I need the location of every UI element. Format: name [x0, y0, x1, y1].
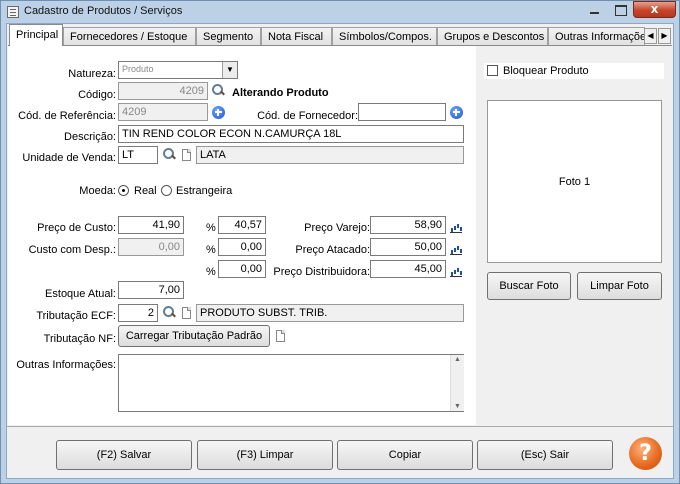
estoque-field[interactable]: 7,00 [118, 281, 184, 299]
tab-simbolos-compos[interactable]: Símbolos/Compos. [332, 27, 437, 46]
moeda-real-radio[interactable] [118, 185, 129, 196]
tab-scroll-left-icon[interactable]: ◀ [644, 28, 657, 44]
tab-grupos-descontos[interactable]: Grupos e Descontos [437, 27, 548, 46]
cod-referencia-field[interactable]: 4209 [118, 103, 208, 121]
moeda-estrangeira-label[interactable]: Estrangeira [176, 185, 232, 197]
preco-atacado-field[interactable]: 50,00 [370, 238, 446, 256]
natureza-label: Natureza: [68, 68, 116, 80]
limpar-button[interactable]: (F3) Limpar [197, 440, 333, 470]
scroll-up-icon[interactable]: ▲ [454, 356, 461, 363]
copiar-button[interactable]: Copiar [337, 440, 473, 470]
title-bar[interactable]: Cadastro de Produtos / Serviços x [1, 1, 679, 23]
preco-distribuidora-label: Preço Distribuidora: [273, 266, 370, 278]
chart-icon[interactable] [450, 266, 462, 277]
right-panel: Bloquear Produto Foto 1 Buscar Foto Limp… [476, 46, 672, 425]
tab-outras-informacoes[interactable]: Outras Informações [548, 27, 645, 46]
preco-atacado-label: Preço Atacado: [295, 244, 370, 256]
chevron-down-icon[interactable]: ▼ [222, 62, 237, 78]
add-icon[interactable] [450, 106, 463, 119]
tab-principal[interactable]: Principal [9, 24, 63, 46]
cod-fornecedor-field[interactable] [358, 103, 446, 121]
cod-referencia-label: Cód. de Referência: [18, 110, 116, 122]
custo-desp-field[interactable]: 0,00 [118, 238, 184, 256]
natureza-select[interactable]: Produto ▼ [118, 61, 238, 79]
natureza-value: Produto [122, 64, 154, 74]
preco-varejo-field[interactable]: 58,90 [370, 216, 446, 234]
pct-distribuidora-field[interactable]: 0,00 [218, 260, 266, 278]
estoque-label: Estoque Atual: [45, 288, 116, 300]
sair-button[interactable]: (Esc) Sair [477, 440, 613, 470]
foto-label: Foto 1 [558, 176, 591, 188]
tributacao-ecf-descricao: PRODUTO SUBST. TRIB. [196, 304, 464, 322]
search-icon[interactable] [210, 83, 226, 99]
tab-fornecedores-estoque[interactable]: Fornecedores / Estoque [63, 27, 196, 46]
codigo-field[interactable]: 4209 [118, 82, 208, 100]
outras-informacoes-label: Outras Informações: [16, 359, 116, 371]
foto-frame: Foto 1 [487, 100, 662, 263]
minimize-button[interactable] [581, 1, 607, 18]
unidade-descricao-field: LATA [196, 146, 464, 164]
add-icon[interactable] [212, 106, 225, 119]
document-icon[interactable] [276, 330, 285, 342]
unidade-venda-label: Unidade de Venda: [22, 152, 116, 164]
bloquear-checkbox[interactable] [487, 65, 498, 76]
tab-nota-fiscal[interactable]: Nota Fiscal [261, 27, 332, 46]
tab-scroll-right-icon[interactable]: ▶ [658, 28, 671, 44]
main-window: Cadastro de Produtos / Serviços x Princi… [0, 0, 680, 484]
cod-fornecedor-label: Cód. de Fornecedor: [257, 110, 358, 122]
document-icon[interactable] [182, 307, 191, 319]
maximize-button[interactable] [607, 1, 633, 18]
outras-informacoes-textarea[interactable] [118, 354, 464, 412]
scroll-down-icon[interactable]: ▼ [454, 403, 461, 410]
preco-distribuidora-field[interactable]: 45,00 [370, 260, 446, 278]
search-icon[interactable] [161, 147, 177, 163]
pct-atacado-field[interactable]: 0,00 [218, 238, 266, 256]
percent-symbol: % [206, 244, 216, 256]
preco-custo-label: Preço de Custo: [37, 222, 116, 234]
tributacao-ecf-field[interactable]: 2 [118, 304, 158, 322]
document-icon[interactable] [182, 149, 191, 161]
moeda-real-label[interactable]: Real [134, 185, 157, 197]
buscar-foto-button[interactable]: Buscar Foto [487, 272, 571, 300]
salvar-button[interactable]: (F2) Salvar [56, 440, 192, 470]
tributacao-ecf-label: Tributação ECF: [36, 310, 116, 322]
window-title: Cadastro de Produtos / Serviços [24, 5, 183, 17]
limpar-foto-button[interactable]: Limpar Foto [577, 272, 662, 300]
status-text: Alterando Produto [232, 87, 329, 99]
close-button[interactable]: x [633, 1, 676, 18]
carregar-tributacao-button[interactable]: Carregar Tributação Padrão [118, 325, 270, 347]
chart-icon[interactable] [450, 244, 462, 255]
percent-symbol: % [206, 266, 216, 278]
custo-desp-label: Custo com Desp.: [28, 244, 116, 256]
help-icon[interactable]: ? [629, 437, 662, 470]
moeda-label: Moeda: [79, 185, 116, 197]
descricao-field[interactable]: TIN REND COLOR ECON N.CAMURÇA 18L [118, 125, 464, 143]
moeda-estrangeira-radio[interactable] [161, 185, 172, 196]
pct-varejo-field[interactable]: 40,57 [218, 216, 266, 234]
action-bar: (F2) Salvar (F3) Limpar Copiar (Esc) Sai… [7, 426, 673, 478]
preco-varejo-label: Preço Varejo: [304, 222, 370, 234]
tributacao-nf-label: Tributação NF: [43, 333, 116, 345]
preco-custo-field[interactable]: 41,90 [118, 216, 184, 234]
codigo-label: Código: [78, 89, 116, 101]
principal-panel: Natureza: Produto ▼ Código: 4209 Alteran… [8, 45, 672, 425]
descricao-label: Descrição: [64, 131, 116, 143]
tab-strip: Principal Fornecedores / Estoque Segment… [7, 24, 673, 46]
unidade-venda-field[interactable]: LT [118, 146, 158, 164]
search-icon[interactable] [161, 305, 177, 321]
chart-icon[interactable] [450, 222, 462, 233]
tab-segmento[interactable]: Segmento [196, 27, 261, 46]
client-area: Principal Fornecedores / Estoque Segment… [6, 23, 674, 479]
textarea-scrollbar[interactable]: ▲ ▼ [450, 355, 464, 411]
percent-symbol: % [206, 222, 216, 234]
bloquear-label[interactable]: Bloquear Produto [503, 65, 589, 77]
app-icon [7, 6, 19, 18]
